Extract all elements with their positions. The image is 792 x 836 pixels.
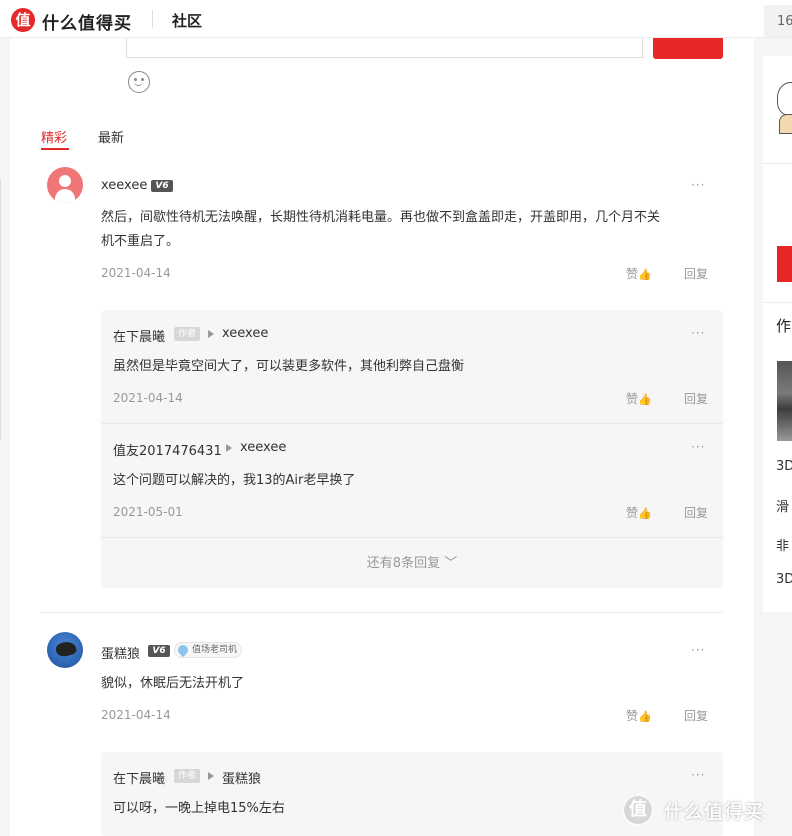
left-edge-line bbox=[0, 180, 1, 440]
search-input[interactable]: 16 bbox=[764, 5, 792, 37]
watermark-text: 什么值得买 bbox=[664, 801, 765, 823]
reply-button[interactable]: 回复 bbox=[684, 265, 708, 282]
medal-drop-icon bbox=[175, 642, 191, 658]
reply-username[interactable]: 在下晨曦 bbox=[113, 326, 165, 345]
like-button[interactable]: 赞👍 bbox=[626, 390, 652, 407]
more-options-icon[interactable]: ··· bbox=[691, 440, 705, 454]
comment-date: 2021-04-14 bbox=[101, 708, 171, 722]
follow-button[interactable] bbox=[777, 246, 792, 282]
sidebar-divider bbox=[763, 302, 792, 303]
reply-button[interactable]: 回复 bbox=[684, 390, 708, 407]
sidebar-divider bbox=[763, 163, 792, 164]
reply-divider bbox=[101, 537, 723, 538]
sidebar-article-link[interactable]: 3D bbox=[776, 572, 792, 587]
like-button[interactable]: 赞👍 bbox=[626, 707, 652, 724]
avatar[interactable] bbox=[47, 632, 83, 668]
reply-divider bbox=[101, 423, 723, 424]
watermark: 值 什么值得买 bbox=[622, 792, 782, 826]
more-options-icon[interactable]: ··· bbox=[691, 643, 705, 657]
tab-latest[interactable]: 最新 bbox=[98, 127, 124, 146]
comment-input[interactable] bbox=[126, 38, 643, 58]
active-tab-indicator bbox=[41, 148, 69, 150]
like-button[interactable]: 赞👍 bbox=[626, 265, 652, 282]
level-badge: V6 bbox=[151, 180, 173, 192]
thumb-up-icon: 👍 bbox=[638, 393, 652, 406]
more-options-icon[interactable]: ··· bbox=[691, 178, 705, 192]
site-logo-text[interactable]: 什么值得买 bbox=[42, 9, 132, 34]
reply-to-username[interactable]: xeexee bbox=[240, 440, 286, 455]
medal-badge: 值场老司机 bbox=[174, 642, 243, 658]
reply-text: 这个问题可以解决的，我13的Air老早换了 bbox=[113, 473, 356, 488]
reply-arrow-icon bbox=[208, 330, 214, 338]
tab-featured[interactable]: 精彩 bbox=[41, 127, 67, 146]
top-header: 值 什么值得买 社区 16 bbox=[0, 0, 792, 38]
reply-arrow-icon bbox=[208, 772, 214, 780]
nav-community[interactable]: 社区 bbox=[172, 10, 202, 31]
reply-date: 2021-04-14 bbox=[113, 391, 183, 405]
author-illustration bbox=[777, 74, 792, 136]
reply-arrow-icon bbox=[226, 444, 232, 452]
reply-to-username[interactable]: 蛋糕狼 bbox=[222, 768, 261, 787]
more-options-icon[interactable]: ··· bbox=[691, 326, 705, 340]
reply-button[interactable]: 回复 bbox=[684, 504, 708, 521]
sidebar-article-link[interactable]: 3D bbox=[776, 459, 792, 474]
thumb-up-icon: 👍 bbox=[638, 710, 652, 723]
sidebar-article-link[interactable]: 滑 bbox=[776, 496, 789, 515]
emoji-icon[interactable] bbox=[128, 71, 150, 93]
author-tag: 作者 bbox=[174, 769, 200, 783]
header-divider bbox=[152, 10, 153, 28]
comment-date: 2021-04-14 bbox=[101, 266, 171, 280]
reply-username[interactable]: 在下晨曦 bbox=[113, 768, 165, 787]
level-badge: V6 bbox=[148, 645, 170, 657]
reply-to-username[interactable]: xeexee bbox=[222, 326, 268, 341]
thread-divider bbox=[40, 612, 723, 613]
watermark-logo-icon: 值 bbox=[622, 794, 654, 826]
thumb-up-icon: 👍 bbox=[638, 507, 652, 520]
reply-text: 虽然但是毕竟空间大了，可以装更多软件，其他利弊自己盘衡 bbox=[113, 359, 465, 374]
comment-text: 貌似，休眠后无法开机了 bbox=[101, 676, 245, 691]
comment-text-continued: 机不重启了。 bbox=[101, 234, 180, 249]
avatar[interactable] bbox=[47, 167, 83, 203]
author-tag: 作者 bbox=[174, 327, 200, 341]
thumb-up-icon: 👍 bbox=[638, 268, 652, 281]
comment-text: 然后，间歇性待机无法唤醒，长期性待机消耗电量。再也做不到盒盖即走，开盖即用，几个… bbox=[101, 210, 661, 225]
more-options-icon[interactable]: ··· bbox=[691, 768, 705, 782]
comment-username[interactable]: 蛋糕狼 bbox=[101, 643, 140, 662]
reply-text: 可以呀，一晚上掉电15%左右 bbox=[113, 801, 285, 816]
like-button[interactable]: 赞👍 bbox=[626, 504, 652, 521]
submit-comment-button[interactable] bbox=[653, 38, 723, 59]
sidebar-heading: 作 bbox=[776, 317, 792, 335]
reply-date: 2021-05-01 bbox=[113, 505, 183, 519]
reply-button[interactable]: 回复 bbox=[684, 707, 708, 724]
reply-username[interactable]: 值友2017476431 bbox=[113, 440, 222, 459]
comment-username[interactable]: xeexee bbox=[101, 178, 147, 193]
site-logo-icon[interactable]: 值 bbox=[11, 8, 35, 32]
show-more-replies-button[interactable]: 还有8条回复 ﹀ bbox=[101, 552, 723, 571]
sidebar-article-link[interactable]: 非 bbox=[776, 535, 789, 554]
right-sidebar: 作 3D 滑 非 3D bbox=[763, 56, 792, 612]
article-thumbnail[interactable] bbox=[777, 361, 792, 441]
